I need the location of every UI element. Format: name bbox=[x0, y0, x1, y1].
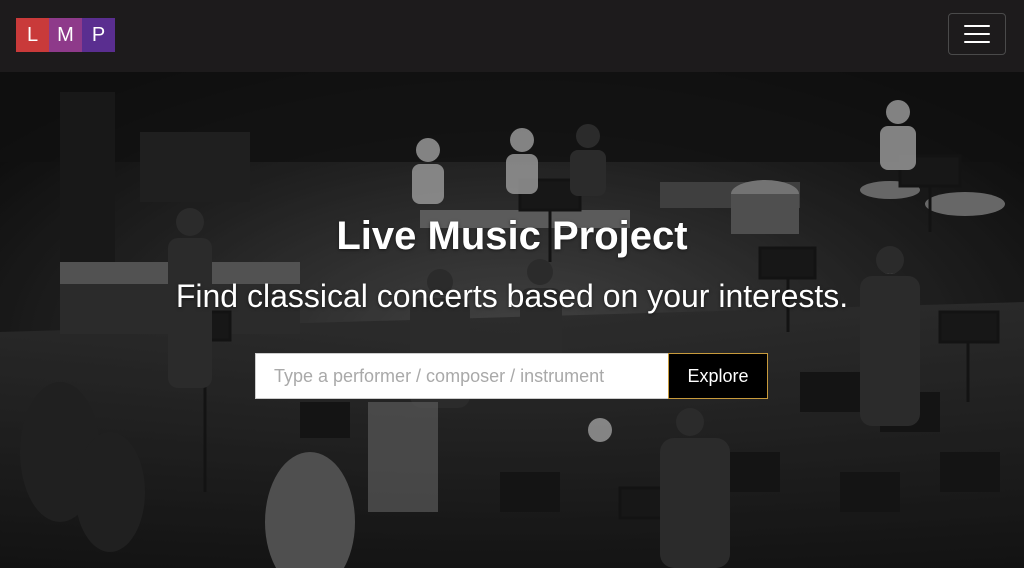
logo-letter-m: M bbox=[49, 18, 82, 52]
page-title: Live Music Project bbox=[336, 214, 688, 258]
explore-button[interactable]: Explore bbox=[668, 353, 768, 399]
hamburger-icon-bar bbox=[964, 33, 990, 35]
hero-overlay bbox=[0, 72, 1024, 568]
hero-section: Live Music Project Find classical concer… bbox=[0, 72, 1024, 568]
lmp-logo[interactable]: L M P bbox=[16, 18, 115, 52]
hamburger-icon bbox=[964, 25, 990, 27]
search-form: Explore bbox=[255, 353, 768, 399]
hero-subtitle: Find classical concerts based on your in… bbox=[175, 278, 849, 314]
logo-letter-l: L bbox=[16, 18, 49, 52]
logo-letter-p: P bbox=[82, 18, 115, 52]
menu-toggle-button[interactable] bbox=[948, 13, 1006, 55]
navbar: L M P bbox=[0, 0, 1024, 72]
search-input[interactable] bbox=[255, 353, 668, 399]
hamburger-icon-bar bbox=[964, 41, 990, 43]
